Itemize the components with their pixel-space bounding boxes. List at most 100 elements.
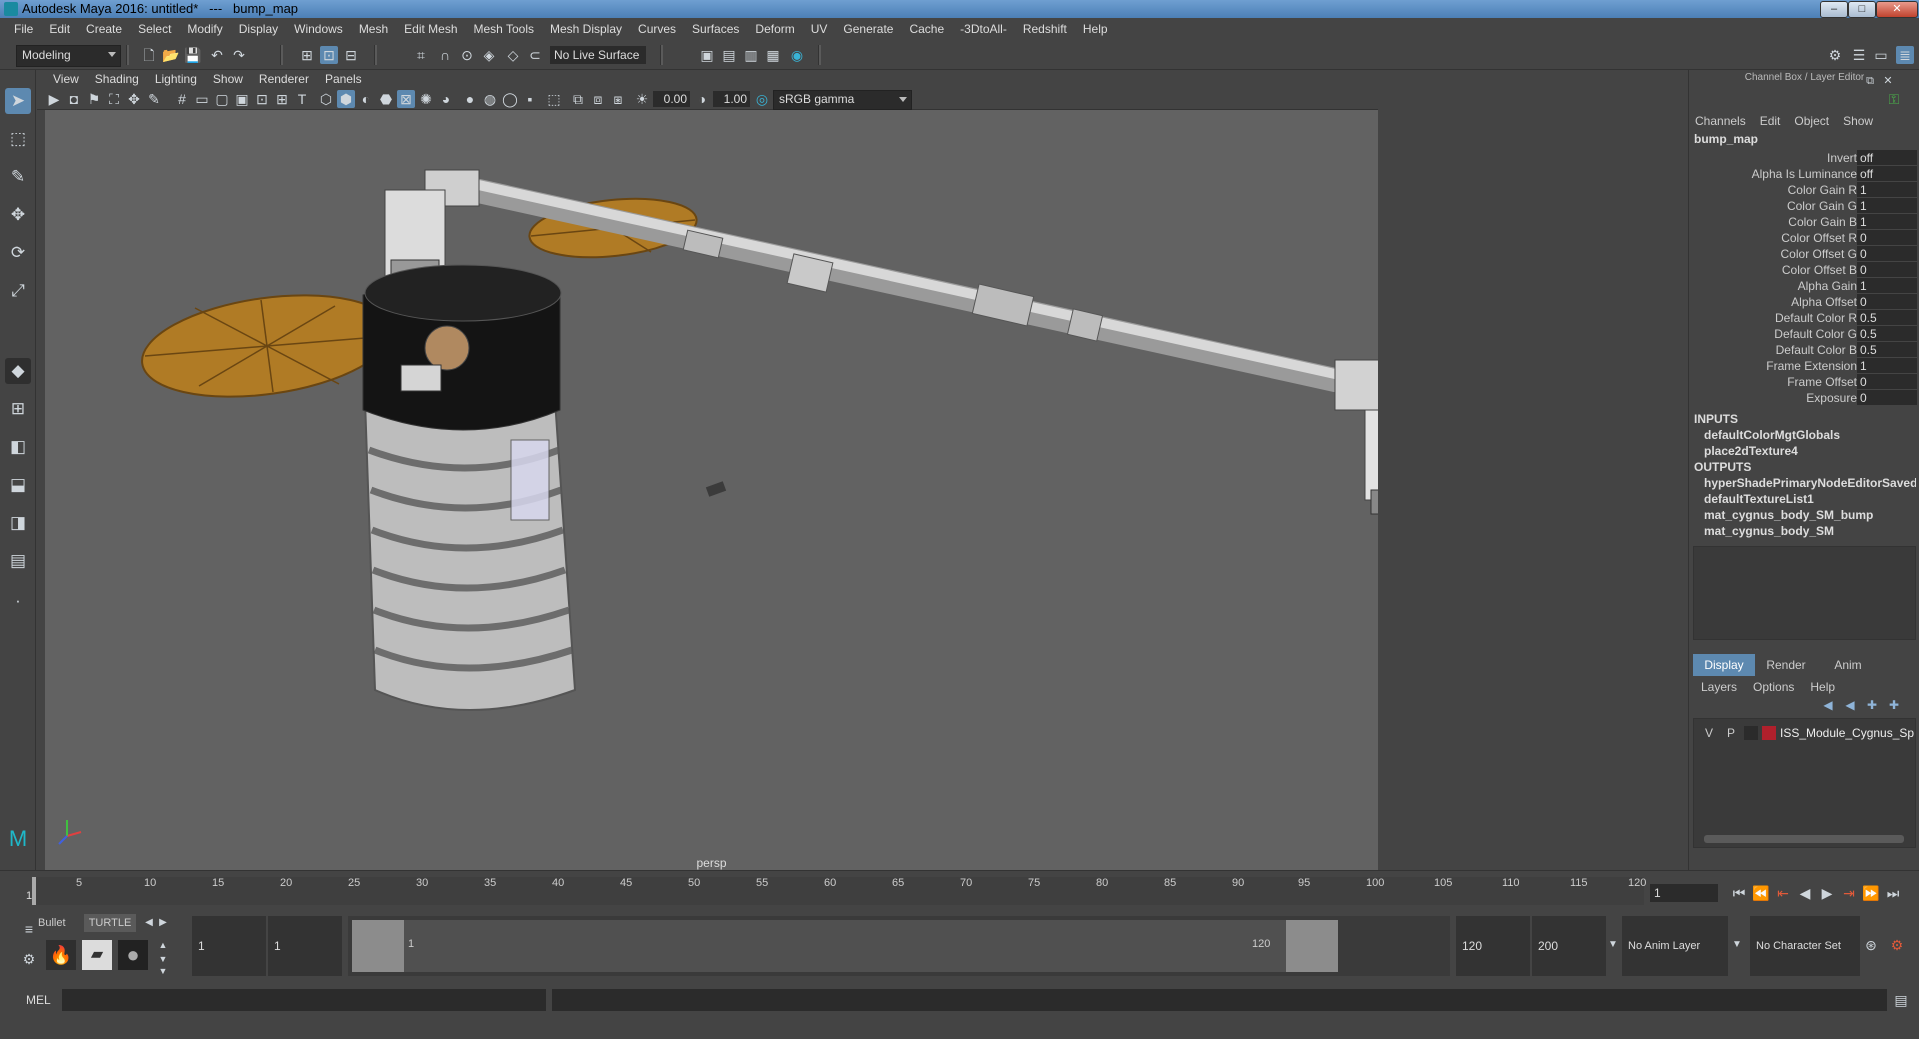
screen-space-ao-icon[interactable]: ● — [461, 90, 479, 108]
camera-attributes-icon[interactable]: ◘ — [65, 90, 83, 108]
field-chart-icon[interactable]: ⊡ — [253, 90, 271, 108]
bookmarks-icon[interactable]: ⚑ — [85, 90, 103, 108]
color-management-icon[interactable]: ◎ — [753, 90, 771, 108]
output-node[interactable]: defaultTextureList1 — [1704, 492, 1916, 506]
layer-name[interactable]: ISS_Module_Cygnus_Spa — [1780, 726, 1914, 740]
layer-type-toggle[interactable] — [1744, 726, 1758, 740]
safe-action-icon[interactable]: ⊞ — [273, 90, 291, 108]
attribute-value[interactable]: 0 — [1857, 294, 1917, 309]
menu-display[interactable]: Display — [231, 22, 286, 36]
input-node[interactable]: defaultColorMgtGlobals — [1704, 428, 1916, 442]
hypershade-layout-icon[interactable]: ◨ — [5, 510, 31, 536]
shelf-menu-icon[interactable]: ≡ — [20, 920, 38, 938]
view-transform-dropdown[interactable]: sRGB gamma — [773, 90, 912, 110]
attribute-row[interactable]: Default Color R 0.5 — [1689, 310, 1919, 326]
play-backwards-icon[interactable]: ◀ — [1796, 884, 1814, 902]
tab-display[interactable]: Display — [1693, 654, 1755, 676]
single-perspective-layout-icon[interactable]: ◆ — [5, 358, 31, 384]
snap-curve-icon[interactable]: ∩ — [436, 46, 454, 64]
shelf-options-icon[interactable]: ⚙ — [20, 950, 38, 968]
menu-mesh[interactable]: Mesh — [351, 22, 396, 36]
attribute-editor-icon[interactable]: ☰ — [1850, 46, 1868, 64]
rotate-tool-icon[interactable]: ⟳ — [5, 240, 31, 266]
step-back-key-icon[interactable]: ⇤ — [1774, 884, 1792, 902]
gamma-field[interactable]: 1.00 — [713, 91, 750, 107]
menu-select[interactable]: Select — [130, 22, 179, 36]
attribute-value[interactable]: 0.5 — [1857, 310, 1917, 325]
step-forward-frame-icon[interactable]: ⏩ — [1862, 884, 1880, 902]
auto-key-icon[interactable]: ⊛ — [1862, 936, 1880, 954]
select-tool-icon[interactable]: ➤ — [5, 88, 31, 114]
show-menu[interactable]: Show — [1843, 114, 1873, 128]
shadows-icon[interactable]: ◕ — [437, 90, 455, 108]
turtle-render-icon[interactable]: 🔥 — [46, 940, 76, 970]
snap-magnet-icon[interactable]: ⊂ — [526, 46, 544, 64]
exposure-field[interactable]: 0.00 — [653, 91, 690, 107]
display-layer-row[interactable]: V P ISS_Module_Cygnus_Spa — [1696, 725, 1914, 743]
attribute-row[interactable]: Alpha Offset 0 — [1689, 294, 1919, 310]
attribute-value[interactable]: 1 — [1857, 182, 1917, 197]
xray-joints-icon[interactable]: ⧈ — [589, 90, 607, 108]
menu-help[interactable]: Help — [1075, 22, 1116, 36]
help-menu[interactable]: Help — [1810, 680, 1835, 694]
command-language-label[interactable]: MEL — [26, 993, 51, 1007]
menu-edit-mesh[interactable]: Edit Mesh — [396, 22, 465, 36]
ipr-render-icon[interactable]: ▥ — [742, 46, 760, 64]
attribute-row[interactable]: Color Gain R1 — [1689, 182, 1919, 198]
persp-outliner-layout-icon[interactable]: ◧ — [5, 434, 31, 460]
attribute-row[interactable]: Frame Extension 1 — [1689, 358, 1919, 374]
chevron-down-icon[interactable]: ▼ — [1604, 936, 1622, 954]
key-icon[interactable]: ⚿ — [1885, 90, 1903, 108]
float-panel-icon[interactable]: ⧉ — [1861, 72, 1879, 90]
menu-windows[interactable]: Windows — [286, 22, 351, 36]
more-layouts-icon[interactable]: · — [5, 588, 31, 614]
save-scene-icon[interactable]: 💾 — [184, 46, 202, 64]
attribute-value[interactable]: 1 — [1857, 278, 1917, 293]
use-all-lights-icon[interactable]: ✺ — [417, 90, 435, 108]
tool-settings-icon[interactable]: ▭ — [1872, 46, 1890, 64]
attribute-row[interactable]: Color Offset G0 — [1689, 246, 1919, 262]
menu-create[interactable]: Create — [78, 22, 130, 36]
snap-grid-icon[interactable]: ⌗ — [412, 46, 430, 64]
attribute-row[interactable]: Color Gain G1 — [1689, 198, 1919, 214]
chevron-down-icon[interactable]: ▼ — [1728, 936, 1746, 954]
script-editor-layout-icon[interactable]: ▤ — [5, 548, 31, 574]
wireframe-icon[interactable]: ⬡ — [317, 90, 335, 108]
attribute-value[interactable]: off — [1857, 166, 1917, 181]
menu-redshift[interactable]: Redshift — [1015, 22, 1075, 36]
attribute-row[interactable]: Default Color B 0.5 — [1689, 342, 1919, 358]
step-forward-key-icon[interactable]: ⇥ — [1840, 884, 1858, 902]
attribute-value[interactable]: 0.5 — [1857, 342, 1917, 357]
undo-icon[interactable]: ↶ — [208, 46, 226, 64]
shelf-scroll-right-icon[interactable]: ▶ — [154, 914, 172, 932]
close-panel-icon[interactable]: ✕ — [1879, 72, 1897, 90]
snap-point-icon[interactable]: ⊙ — [458, 46, 476, 64]
render-frame-icon[interactable]: ▤ — [720, 46, 738, 64]
attribute-row[interactable]: Invert off — [1689, 150, 1919, 166]
hypershade-icon[interactable]: ◉ — [788, 46, 806, 64]
snap-view-plane-icon[interactable]: ◈ — [480, 46, 498, 64]
range-start-handle[interactable] — [352, 920, 404, 972]
animation-end-field[interactable]: 200 — [1532, 916, 1606, 976]
cygnus-module[interactable] — [362, 264, 577, 711]
attribute-value[interactable]: off — [1857, 150, 1917, 165]
command-input[interactable] — [62, 989, 546, 1011]
range-slider-track[interactable]: 1 120 — [348, 916, 1450, 976]
four-view-layout-icon[interactable]: ⊞ — [5, 396, 31, 422]
attribute-row[interactable]: Default Color G 0.5 — [1689, 326, 1919, 342]
render-settings-icon[interactable]: ▣ — [698, 46, 716, 64]
script-editor-icon[interactable]: ▤ — [1892, 991, 1910, 1009]
tab-anim[interactable]: Anim — [1817, 654, 1879, 676]
attribute-value[interactable]: 1 — [1857, 214, 1917, 229]
isolate-select-icon[interactable]: ⬚ — [545, 90, 563, 108]
exposure-icon[interactable]: ☀ — [633, 90, 651, 108]
current-time-marker[interactable] — [32, 877, 36, 905]
select-component-icon[interactable]: ⊟ — [342, 46, 360, 64]
layer-color-swatch[interactable] — [1762, 726, 1776, 740]
use-default-material-icon[interactable]: ◐ — [357, 90, 375, 108]
tab-render[interactable]: Render — [1755, 654, 1817, 676]
wireframe-on-shaded-icon[interactable]: ⬣ — [377, 90, 395, 108]
attribute-value[interactable]: 0 — [1857, 374, 1917, 389]
menu-cache[interactable]: Cache — [901, 22, 952, 36]
minimize-button[interactable]: – — [1820, 1, 1848, 18]
